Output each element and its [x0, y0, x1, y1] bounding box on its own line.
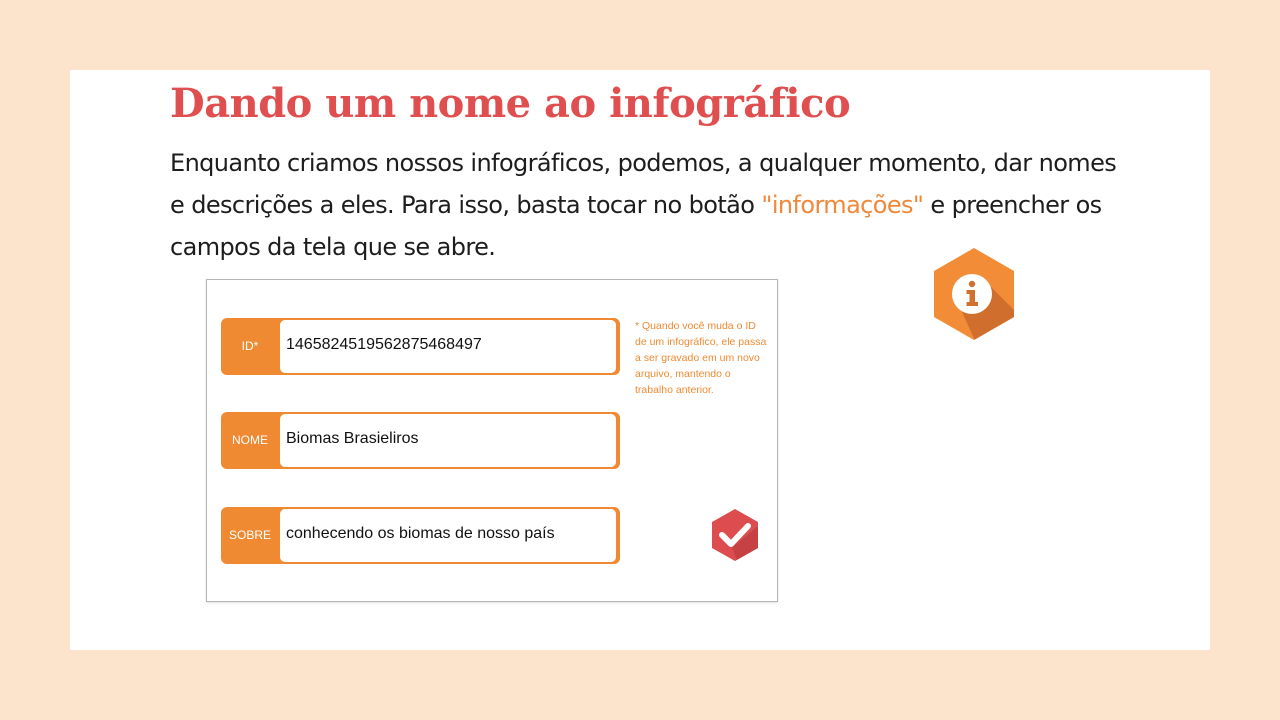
id-field-label: ID*: [241, 339, 259, 353]
id-change-note: * Quando você muda o ID de um infográfic…: [635, 320, 767, 396]
about-field: SOBRE conhecendo os biomas de nosso país: [221, 507, 620, 564]
info-hexagon-icon[interactable]: [932, 246, 1016, 342]
about-field-label: SOBRE: [228, 528, 271, 542]
intro-highlight-informacoes: "informações": [761, 191, 924, 219]
info-hexagon-graphic: [934, 248, 1014, 340]
info-form-screenshot: ID* 1465824519562875468497 NOME Biomas B…: [206, 279, 778, 602]
id-field: ID* 1465824519562875468497: [221, 318, 620, 375]
slide-title: Dando um nome ao infográfico: [170, 80, 851, 127]
confirm-check-button[interactable]: [710, 508, 760, 562]
id-input[interactable]: 1465824519562875468497: [280, 320, 616, 373]
check-hexagon-icon: [712, 509, 758, 561]
about-input[interactable]: conhecendo os biomas de nosso país: [280, 509, 616, 562]
name-field: NOME Biomas Brasieliros: [221, 412, 620, 469]
name-field-label: NOME: [232, 433, 268, 447]
name-input[interactable]: Biomas Brasieliros: [280, 414, 616, 467]
slide-card: Dando um nome ao infográfico Enquanto cr…: [70, 70, 1210, 650]
